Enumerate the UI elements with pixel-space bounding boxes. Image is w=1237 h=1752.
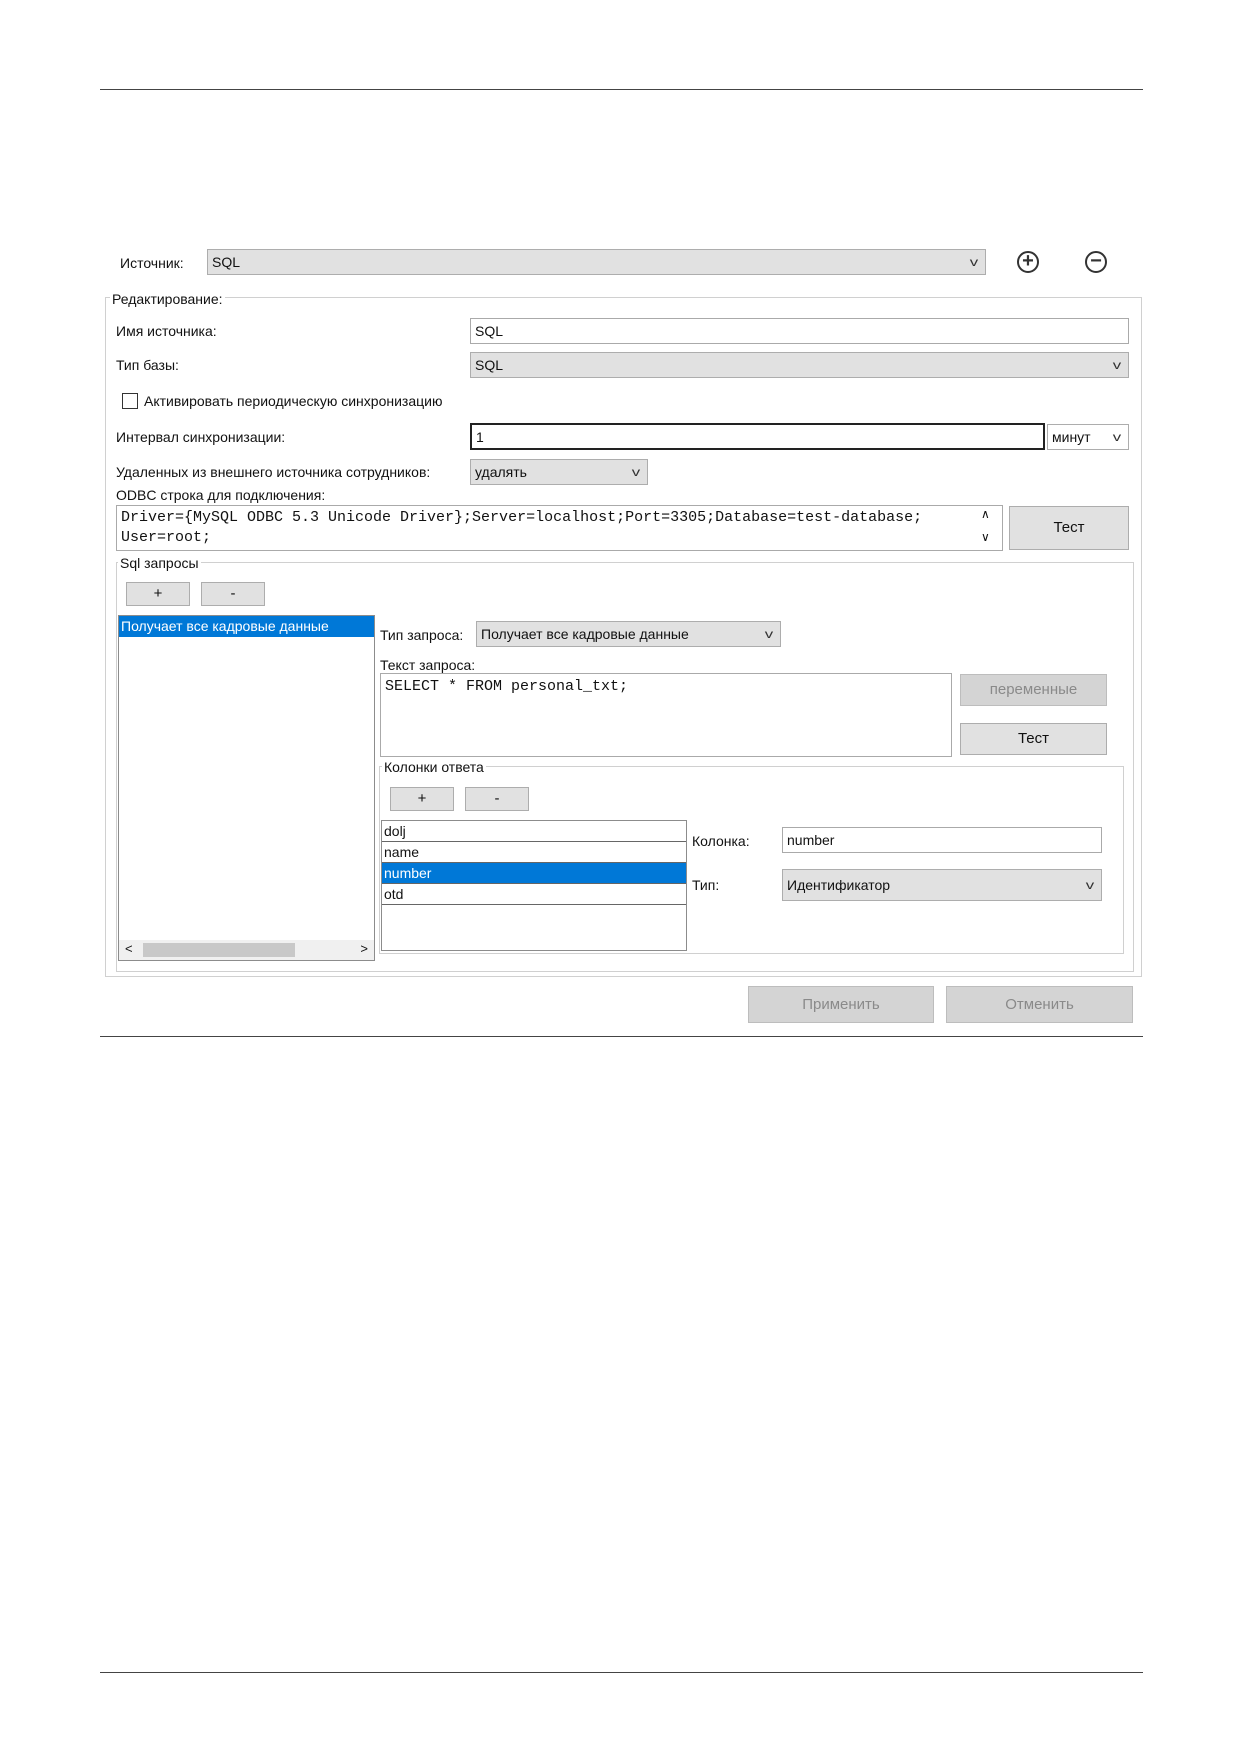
source-select-value: SQL [212,254,241,270]
source-select[interactable]: SQL v [207,249,986,275]
odbc-line-2: User=root; [121,529,212,546]
periodic-sync-label: Активировать периодическую синхронизацию [144,393,443,409]
odbc-line-1: Driver={MySQL ODBC 5.3 Unicode Driver};S… [121,509,923,526]
periodic-sync-checkbox[interactable] [122,393,138,409]
query-list-hscrollbar[interactable]: < > [119,940,374,960]
add-query-button[interactable]: + [126,582,190,606]
odbc-scroll-up-icon[interactable]: ∧ [981,507,990,521]
columns-list[interactable]: dolj name number otd [381,820,687,951]
chevron-down-icon: v [1112,358,1122,372]
query-list-item[interactable]: Получает все кадровые данные [119,616,374,637]
sync-interval-unit-select[interactable]: минут v [1047,424,1129,450]
scroll-left-icon[interactable]: < [125,941,133,956]
column-list-item[interactable]: name [382,842,686,863]
sync-interval-input[interactable]: 1 [470,423,1045,450]
column-list-item[interactable]: number [382,863,686,884]
source-label: Источник: [120,255,184,271]
sync-interval-label: Интервал синхронизации: [116,429,286,445]
chevron-down-icon: v [969,255,979,269]
remove-column-button[interactable]: - [465,787,529,811]
minus-circle-icon[interactable]: − [1085,251,1107,273]
chevron-down-icon: v [764,627,774,641]
source-name-input[interactable]: SQL [470,318,1129,344]
db-type-label: Тип базы: [116,357,179,373]
odbc-connection-textarea[interactable]: Driver={MySQL ODBC 5.3 Unicode Driver};S… [116,505,1003,551]
plus-circle-icon[interactable]: + [1017,251,1039,273]
remove-query-button[interactable]: - [201,582,265,606]
add-column-button[interactable]: + [390,787,454,811]
columns-legend: Колонки ответа [382,758,486,776]
query-test-button[interactable]: Тест [960,723,1107,755]
edit-group-legend: Редактирование: [110,290,225,308]
page-footer-rule [100,1672,1143,1673]
odbc-test-button[interactable]: Тест [1009,506,1129,550]
chevron-down-icon: v [1112,430,1122,444]
column-name-input[interactable]: number [782,827,1102,853]
query-type-select[interactable]: Получает все кадровые данные v [476,621,781,647]
scroll-right-icon[interactable]: > [360,941,368,956]
odbc-scroll-down-icon[interactable]: ∨ [981,530,990,544]
query-text-label: Текст запроса: [380,657,476,673]
odbc-label: ODBC строка для подключения: [116,487,326,503]
apply-button[interactable]: Применить [748,986,934,1023]
query-text-value: SELECT * FROM personal_txt; [385,678,629,695]
query-list[interactable]: Получает все кадровые данные < > [118,615,375,961]
db-type-select-value: SQL [475,357,504,373]
chevron-down-icon: v [1085,878,1095,892]
db-type-select[interactable]: SQL v [470,352,1129,378]
column-type-select-value: Идентификатор [787,877,891,893]
column-list-item[interactable]: dolj [382,821,686,842]
deleted-employees-select[interactable]: удалять v [470,459,648,485]
cancel-button[interactable]: Отменить [946,986,1133,1023]
query-type-label: Тип запроса: [380,627,464,643]
sync-interval-unit-value: минут [1052,429,1091,445]
column-list-item[interactable]: otd [382,884,686,905]
screenshot-bottom-rule [100,1036,1143,1037]
deleted-employees-value: удалять [475,464,527,480]
column-type-select[interactable]: Идентификатор v [782,869,1102,901]
source-name-label: Имя источника: [116,323,217,339]
deleted-employees-label: Удаленных из внешнего источника сотрудни… [116,464,431,480]
column-type-label: Тип: [692,877,720,893]
chevron-down-icon: v [631,465,641,479]
page-header-rule [100,89,1143,90]
query-type-select-value: Получает все кадровые данные [481,626,689,642]
variables-button[interactable]: переменные [960,674,1107,706]
query-text-textarea[interactable]: SELECT * FROM personal_txt; [380,673,952,757]
column-name-label: Колонка: [692,833,750,849]
scroll-thumb[interactable] [143,943,295,957]
sql-queries-legend: Sql запросы [118,554,201,572]
